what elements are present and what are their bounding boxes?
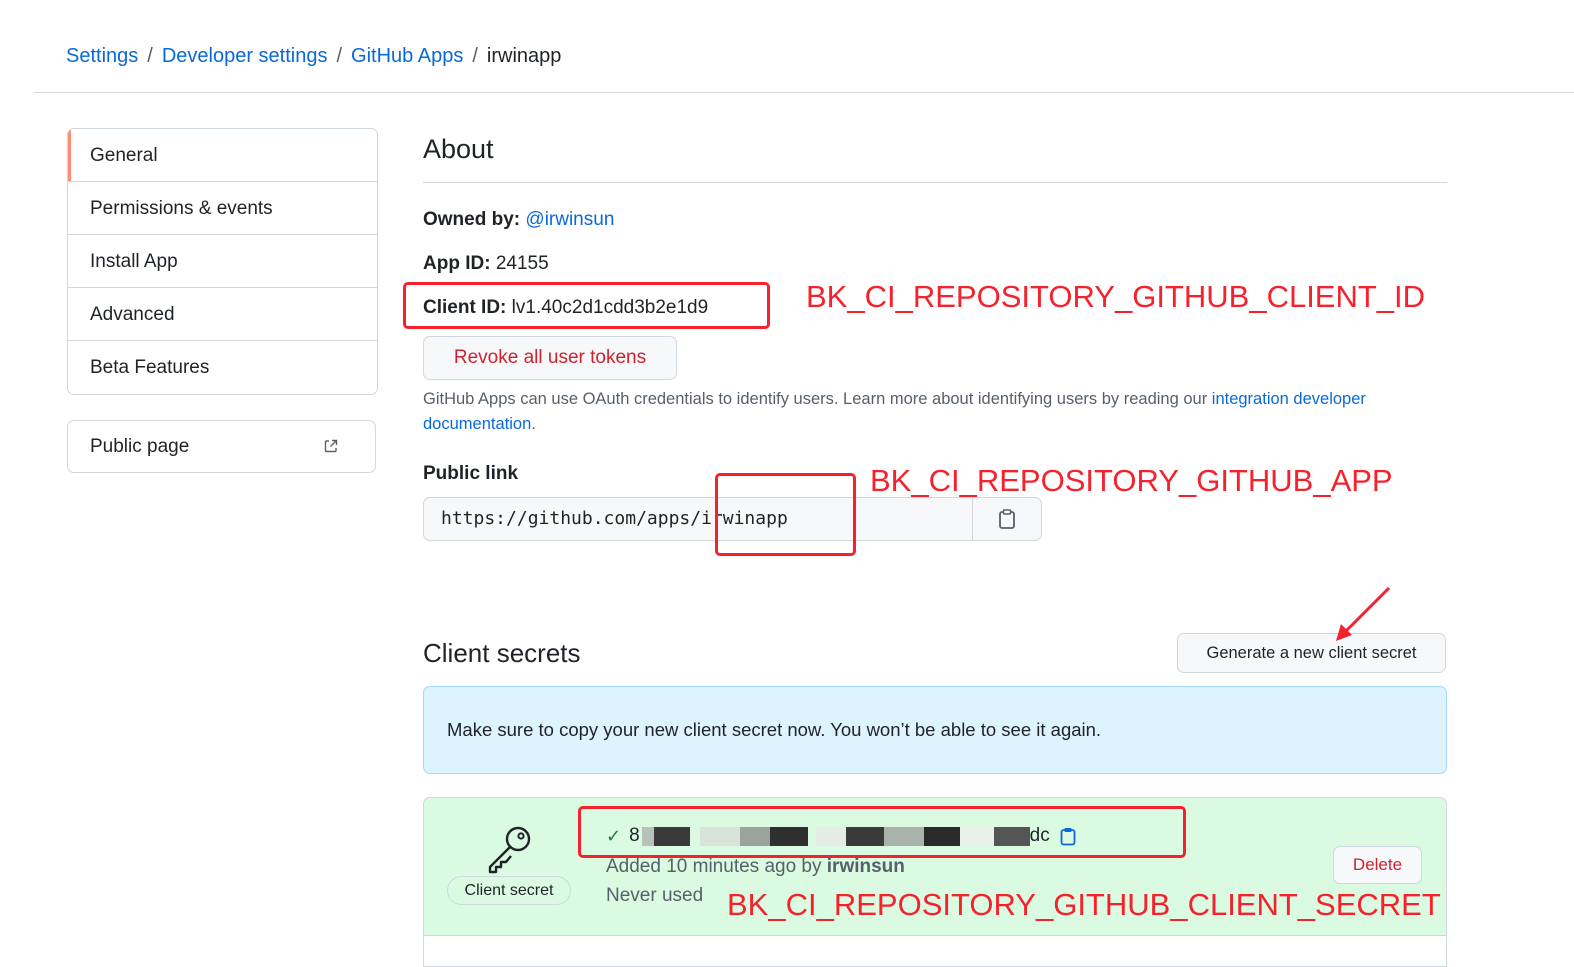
breadcrumb-separator: / xyxy=(147,45,153,67)
client-secret-annotation: BK_CI_REPOSITORY_GITHUB_CLIENT_SECRET xyxy=(727,887,1441,922)
oauth-help-text: GitHub Apps can use OAuth credentials to… xyxy=(423,387,1413,437)
client-secrets-heading: Client secrets xyxy=(423,638,581,668)
app-name-highlight xyxy=(715,473,856,556)
delete-secret-button[interactable]: Delete xyxy=(1333,846,1422,884)
sidebar-item-beta-features[interactable]: Beta Features xyxy=(68,341,377,394)
client-id-highlight xyxy=(403,282,770,329)
secret-box-footer xyxy=(424,935,1446,966)
header-divider xyxy=(34,92,1574,93)
public-page-link[interactable]: Public page xyxy=(67,420,376,473)
breadcrumb: Settings / Developer settings / GitHub Apps /… xyxy=(66,42,561,70)
owned-by-row: Owned by: @irwinsun xyxy=(423,207,614,233)
secret-added-by: irwinsun xyxy=(826,856,905,877)
public-page-label: Public page xyxy=(90,436,190,457)
client-secret-highlight xyxy=(578,806,1186,858)
arrow-annotation xyxy=(1336,586,1391,641)
key-icon xyxy=(488,826,531,874)
external-link-icon xyxy=(324,439,338,453)
client-id-annotation: BK_CI_REPOSITORY_GITHUB_CLIENT_ID xyxy=(806,279,1426,314)
app-id-label: App ID: xyxy=(423,253,491,274)
generate-client-secret-button[interactable]: Generate a new client secret xyxy=(1177,633,1446,673)
breadcrumb-current: irwinapp xyxy=(486,45,562,67)
sidebar-item-permissions-events[interactable]: Permissions & events xyxy=(68,182,377,235)
public-link-label: Public link xyxy=(423,463,519,484)
copy-secret-flash: Make sure to copy your new client secret… xyxy=(423,686,1447,774)
client-secret-badge: Client secret xyxy=(447,876,571,905)
copy-public-link-button[interactable] xyxy=(972,498,1041,540)
breadcrumb-settings-link[interactable]: Settings xyxy=(66,45,138,67)
clipboard-icon xyxy=(999,509,1015,529)
settings-sidebar: General Permissions & events Install App… xyxy=(67,128,378,395)
sidebar-item-general[interactable]: General xyxy=(68,129,377,182)
owned-by-label: Owned by: xyxy=(423,209,521,230)
breadcrumb-developer-settings-link[interactable]: Developer settings xyxy=(162,45,328,67)
app-id-row: App ID: 24155 xyxy=(423,251,549,277)
secret-added-text: Added 10 minutes ago by xyxy=(606,856,827,877)
app-id-value: 24155 xyxy=(495,253,549,274)
sidebar-item-install-app[interactable]: Install App xyxy=(68,235,377,288)
about-divider xyxy=(423,182,1447,183)
owner-link[interactable]: @irwinsun xyxy=(525,209,614,230)
secret-usage: Never used xyxy=(606,885,704,906)
about-heading: About xyxy=(423,134,494,164)
breadcrumb-separator: / xyxy=(472,45,478,67)
sidebar-item-advanced[interactable]: Advanced xyxy=(68,288,377,341)
breadcrumb-github-apps-link[interactable]: GitHub Apps xyxy=(351,45,463,67)
breadcrumb-separator: / xyxy=(336,45,343,67)
revoke-all-user-tokens-button[interactable]: Revoke all user tokens xyxy=(423,336,677,380)
oauth-help-end: . xyxy=(531,415,536,433)
app-annotation: BK_CI_REPOSITORY_GITHUB_APP xyxy=(870,463,1393,498)
oauth-help-copy: GitHub Apps can use OAuth credentials to… xyxy=(423,390,1212,408)
